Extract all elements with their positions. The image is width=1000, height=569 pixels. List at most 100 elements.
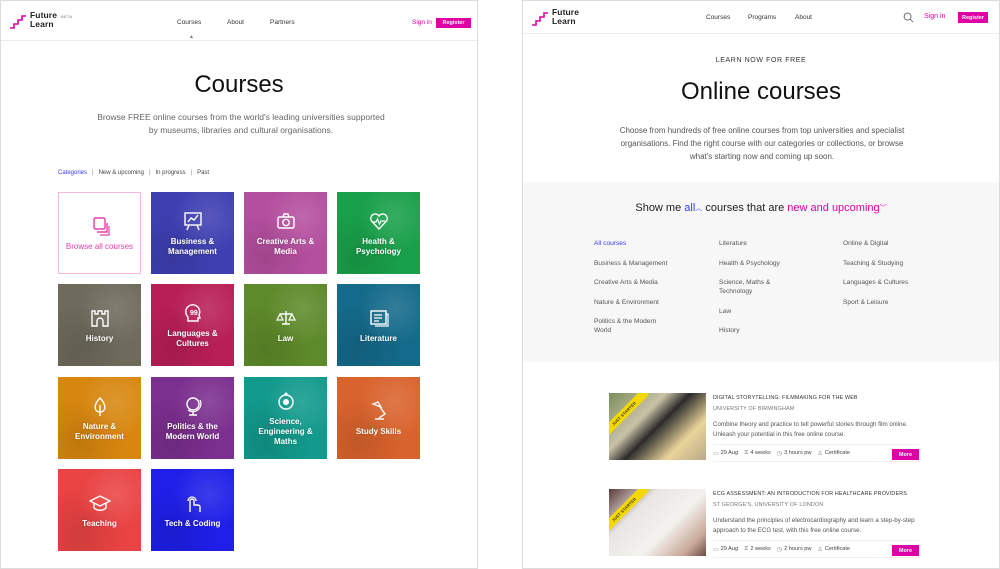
globe-icon	[185, 396, 201, 416]
register-button[interactable]: Register	[436, 18, 471, 28]
category-link[interactable]: Creative Arts & Media	[594, 278, 674, 287]
category-link[interactable]: Literature	[719, 239, 799, 248]
presentation-chart-icon	[183, 211, 202, 230]
futurelearn-logo[interactable]: Future Learn	[531, 8, 579, 28]
course-thumbnail[interactable]: JUST STARTED	[609, 393, 706, 460]
course-title[interactable]: DIGITAL STORYTELLING: FILMMAKING FOR THE…	[713, 395, 858, 401]
camera-icon	[276, 212, 295, 229]
stopwatch-icon: ◷	[776, 546, 783, 553]
category-tile-label: History	[85, 333, 114, 343]
futurelearn-logo[interactable]: Future Learn	[9, 11, 57, 31]
courses-page-old: Future Learn BETA Courses About Partners …	[0, 0, 478, 569]
category-tile[interactable]: Business & Management	[151, 192, 234, 274]
category-link[interactable]: Business & Management	[594, 259, 674, 268]
graduation-cap-icon	[88, 494, 111, 511]
category-tile-label: Creative Arts & Media	[256, 236, 315, 256]
castle-icon	[90, 309, 109, 327]
beta-badge: BETA	[61, 14, 73, 19]
category-tile[interactable]: Law	[244, 284, 327, 366]
active-nav-caret-icon: ▲	[189, 34, 194, 40]
category-column: Literature Health & Psychology Science, Ma…	[719, 239, 799, 346]
course-card: JUST STARTED ECG ASSESSMENT: AN INTRODUCT…	[609, 489, 919, 565]
category-tile[interactable]: Browse all courses	[58, 192, 141, 274]
course-certificate: Certificate	[824, 546, 851, 552]
category-tile[interactable]: Science, Engineering & Maths	[244, 377, 327, 459]
search-icon[interactable]	[903, 12, 914, 23]
filter-prefix: Show me	[635, 202, 682, 214]
just-started-ribbon: JUST STARTED	[609, 489, 650, 535]
category-tile[interactable]: Literature	[337, 284, 420, 366]
category-tile-label: Tech & Coding	[164, 518, 221, 528]
certificate-icon: ♙	[817, 546, 823, 553]
category-tile[interactable]: Health & Psychology	[337, 192, 420, 274]
nav-about[interactable]: About	[227, 19, 244, 26]
category-link[interactable]: Online & Digital	[843, 239, 923, 248]
category-tile[interactable]: History	[58, 284, 141, 366]
tab-new-upcoming[interactable]: New & upcoming	[99, 170, 144, 176]
page-title: Courses	[194, 71, 284, 98]
category-tile[interactable]: 99 Languages & Cultures	[151, 284, 234, 366]
sign-in-link[interactable]: Sign in	[412, 19, 432, 26]
category-tile[interactable]: Politics & the Modern World	[151, 377, 234, 459]
tile-photo-texture	[58, 377, 141, 459]
hourglass-icon: ⧖	[744, 449, 749, 456]
nav-courses[interactable]: Courses	[706, 14, 730, 21]
leaf-icon	[93, 396, 106, 416]
sign-in-link[interactable]: Sign in	[924, 13, 945, 20]
atom-icon	[277, 392, 294, 410]
site-header: Future Learn BETA Courses About Partners …	[1, 1, 477, 41]
category-tile[interactable]: Study Skills	[337, 377, 420, 459]
category-tile[interactable]: Teaching	[58, 469, 141, 551]
category-link[interactable]: Languages & Cultures	[843, 278, 923, 287]
tab-in-progress[interactable]: In progress	[156, 170, 186, 176]
category-link[interactable]: Sport & Leisure	[843, 298, 923, 307]
stairs-logo-icon	[532, 12, 548, 26]
category-column: All courses Business & Management Creative…	[594, 239, 674, 346]
nav-programs[interactable]: Programs	[748, 14, 776, 21]
more-button[interactable]: More	[892, 545, 919, 556]
tile-photo-texture	[151, 377, 234, 459]
category-tile[interactable]: Creative Arts & Media	[244, 192, 327, 274]
heart-pulse-icon	[369, 212, 388, 230]
nav-partners[interactable]: Partners	[270, 19, 295, 26]
course-thumbnail[interactable]: JUST STARTED	[609, 489, 706, 556]
tab-divider: |	[190, 170, 193, 176]
more-button[interactable]: More	[892, 449, 919, 460]
nav-about[interactable]: About	[795, 14, 812, 21]
course-title[interactable]: ECG ASSESSMENT: AN INTRODUCTION FOR HEAL…	[713, 491, 907, 497]
course-university: ST GEORGE'S, UNIVERSITY OF LONDON	[713, 502, 824, 508]
stairs-logo-icon	[10, 15, 26, 29]
category-tile-label: Business & Management	[168, 236, 217, 256]
logo-text-line2: Learn	[552, 16, 576, 26]
category-link[interactable]: Nature & Environment	[594, 298, 674, 307]
kicker-text: LEARN NOW FOR FREE	[715, 57, 807, 64]
category-link[interactable]: All courses	[594, 239, 674, 248]
tab-categories[interactable]: Categories	[58, 170, 87, 176]
category-link[interactable]: Law	[719, 307, 799, 316]
category-tile[interactable]: Tech & Coding	[151, 469, 234, 551]
category-link[interactable]: Politics & the Modern World	[594, 317, 674, 335]
register-button[interactable]: Register	[958, 12, 988, 23]
certificate-icon: ♙	[817, 450, 823, 457]
chevron-down-icon: ﹀	[879, 205, 887, 213]
page-title: Online courses	[680, 78, 842, 105]
category-link[interactable]: Science, Maths & Technology	[719, 278, 799, 296]
category-tile-label: Nature & Environment	[75, 421, 124, 441]
category-tile-label: Science, Engineering & Maths	[258, 416, 313, 446]
course-filter-panel: Show me all︿ courses that are new and up…	[523, 182, 999, 362]
speech-head-icon: 99	[184, 303, 201, 322]
chevron-up-icon: ︿	[695, 205, 703, 213]
category-link[interactable]: Health & Psychology	[719, 259, 799, 268]
category-column: Online & Digital Teaching & Studying Langu…	[843, 239, 923, 317]
tab-past[interactable]: Past	[197, 170, 209, 176]
nav-courses[interactable]: Courses	[177, 19, 201, 26]
category-tile-label: Browse all courses	[65, 241, 134, 251]
category-link[interactable]: Teaching & Studying	[843, 259, 923, 268]
category-link[interactable]: History	[719, 326, 799, 335]
filter-middle-text: courses that are	[705, 202, 785, 214]
category-tile[interactable]: Nature & Environment	[58, 377, 141, 459]
scope-dropdown[interactable]: all︿	[684, 202, 702, 214]
touch-hand-icon	[186, 495, 201, 512]
tile-photo-texture	[337, 192, 420, 274]
status-dropdown[interactable]: new and upcoming﹀	[787, 202, 886, 214]
